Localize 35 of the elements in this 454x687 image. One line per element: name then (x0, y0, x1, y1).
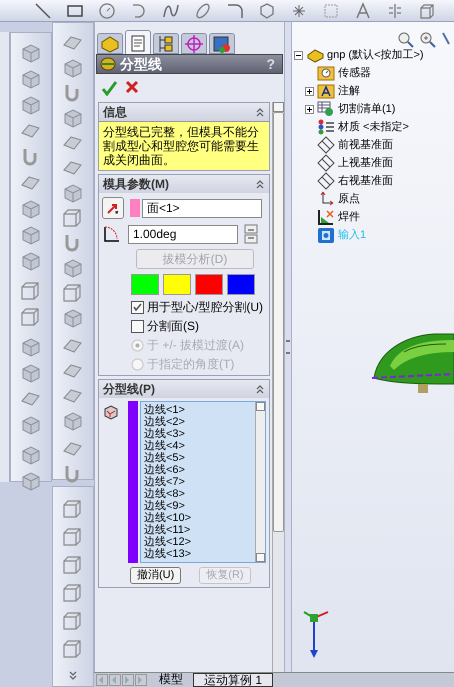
section-header[interactable]: 模具参数(M) (99, 175, 269, 193)
list-item[interactable]: 边线<8> (144, 488, 255, 500)
panel-title: 分型线 (120, 54, 163, 74)
option-label[interactable]: 分割面(S) (147, 319, 266, 333)
list-item[interactable]: 边线<13> (144, 548, 255, 560)
option-label[interactable]: 用于型心/型腔分割(U) (147, 300, 266, 314)
list-item[interactable]: 边线<1> (144, 404, 255, 416)
section-header[interactable]: 信息 (99, 103, 269, 121)
angle-field[interactable]: 1.00deg (128, 224, 238, 244)
bottom-tab[interactable]: 运动算例 1 (193, 673, 274, 687)
list-item[interactable]: 边线<10> (144, 512, 255, 524)
tree-item[interactable]: 材质 <未指定> (338, 118, 409, 136)
section-header[interactable]: 分型线(P) (99, 380, 269, 398)
action-button[interactable]: 撤消(U) (130, 567, 182, 584)
tree-item[interactable]: 传感器 (338, 64, 371, 82)
list-item[interactable]: 边线<5> (144, 452, 255, 464)
tree-item[interactable]: gnp (默认<按加工>) (327, 46, 424, 64)
tree-item[interactable]: 原点 (338, 190, 360, 208)
tree-item[interactable]: 右视基准面 (338, 172, 393, 190)
tree-item[interactable]: 切割清单(1) (338, 100, 396, 118)
info-message: 分型线已完整，但模具不能分割成型心和型腔您可能需要生成关闭曲面。 (99, 121, 269, 170)
list-item[interactable]: 边线<12> (144, 536, 255, 548)
tree-item[interactable]: 前视基准面 (338, 136, 393, 154)
tree-item[interactable]: 注解 (338, 82, 360, 100)
list-item[interactable]: 边线<6> (144, 464, 255, 476)
tree-item[interactable]: 上视基准面 (338, 154, 393, 172)
list-item[interactable]: 边线<11> (144, 524, 255, 536)
list-item[interactable]: 边线<7> (144, 476, 255, 488)
list-item[interactable]: 边线<3> (144, 428, 255, 440)
list-item[interactable]: 边线<2> (144, 416, 255, 428)
face-field[interactable]: 面<1> (142, 198, 262, 218)
tree-item[interactable]: 焊件 (338, 208, 360, 226)
list-item[interactable]: 边线<4> (144, 440, 255, 452)
edge-list[interactable]: 边线<1> 边线<2> 边线<3> 边线<4> 边线<5> 边线<6> 边线<7> 边线<8> 边线<9> 边线<10> 边线<11> 边线<12> 边线<13> (140, 401, 266, 563)
list-item[interactable]: 边线<9> (144, 500, 255, 512)
